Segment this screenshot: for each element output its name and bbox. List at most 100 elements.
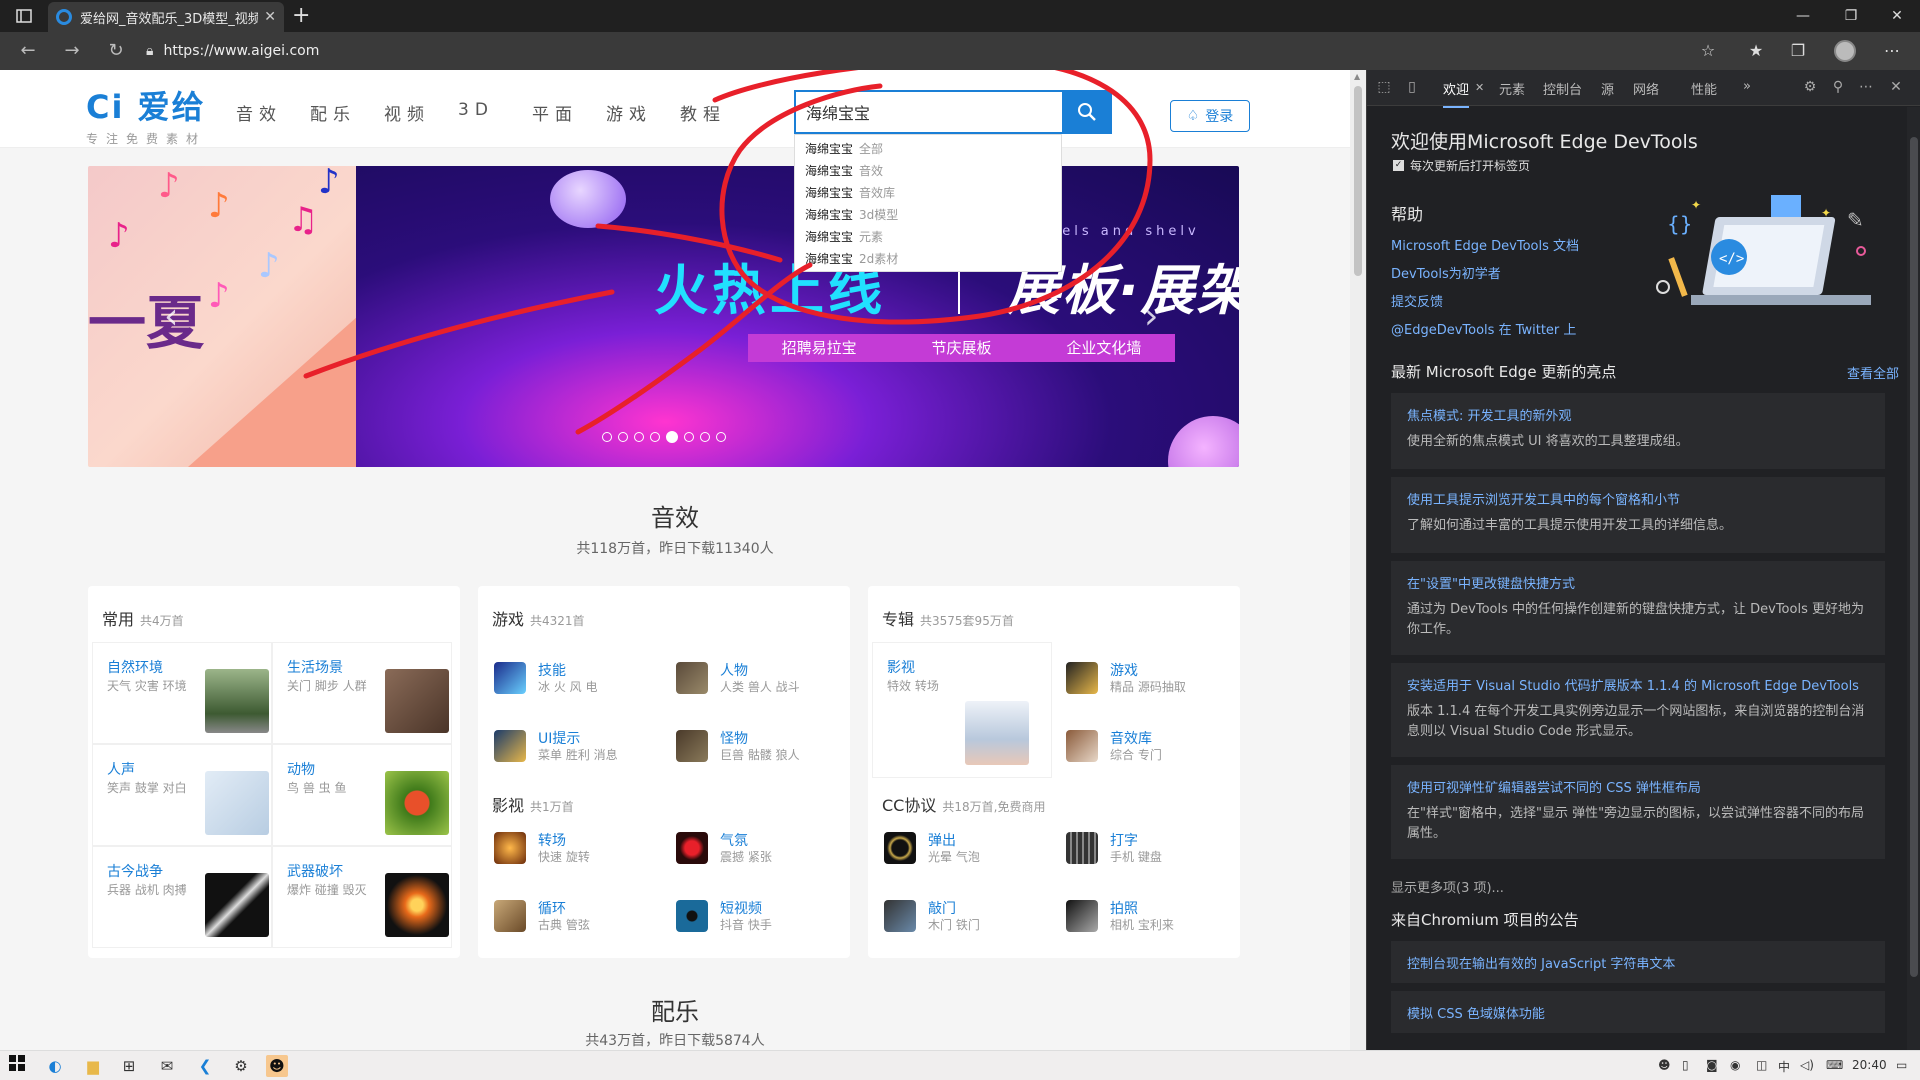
devtools-scrollbar[interactable] xyxy=(1907,107,1920,1050)
category-cell-life[interactable]: 生活场景 关门 脚步 人群 xyxy=(272,642,452,744)
tab-close-icon[interactable]: ✕ xyxy=(264,9,276,25)
news-card[interactable]: 使用可视弹性矿编辑器尝试不同的 CSS 弹性框布局 在"样式"窗格中，选择"显示 … xyxy=(1391,765,1885,859)
settings-icon[interactable]: ⚙ xyxy=(230,1055,252,1077)
inspect-element-icon[interactable]: ⬚ xyxy=(1375,79,1393,97)
tray-battery-icon[interactable]: ▯ xyxy=(1682,1058,1689,1072)
banner-dot[interactable] xyxy=(716,432,726,442)
nav-item-3d[interactable]: 3D xyxy=(458,100,532,125)
category-cell-character[interactable]: 人物 人类 兽人 战斗 xyxy=(664,644,846,710)
devtools-tab-console[interactable]: 控制台 xyxy=(1543,79,1582,98)
devtools-tab-sources[interactable]: 源 xyxy=(1601,79,1614,98)
suggestion-item[interactable]: 海绵宝宝 3d模型 xyxy=(795,204,1061,226)
vscode-icon[interactable]: ❮ xyxy=(194,1055,216,1077)
devtools-tab-network[interactable]: 网络 xyxy=(1633,79,1659,98)
category-cell-monster[interactable]: 怪物 巨兽 骷髅 狼人 xyxy=(664,712,846,778)
banner-dot[interactable] xyxy=(650,432,660,442)
devtools-tab-welcome[interactable]: 欢迎 xyxy=(1443,79,1470,108)
suggestion-item[interactable]: 海绵宝宝 元素 xyxy=(795,226,1061,248)
album-cell-library[interactable]: 音效库 综合 专门 xyxy=(1054,712,1236,778)
category-cell-pop[interactable]: 弹出 光晕 气泡 xyxy=(872,814,1054,880)
show-more-link[interactable]: 显示更多项(3 项)... xyxy=(1391,877,1504,896)
devtools-more-icon[interactable]: ⋯ xyxy=(1857,79,1875,97)
file-explorer-icon[interactable]: ▆ xyxy=(82,1055,104,1077)
banner-pill[interactable]: 节庆展板 xyxy=(890,334,1032,362)
tray-wechat-icon[interactable]: ◙ xyxy=(1706,1058,1718,1072)
nav-item-sfx[interactable]: 音效 xyxy=(236,100,310,125)
forward-icon[interactable]: → xyxy=(58,40,86,62)
tray-network-icon[interactable]: ◫ xyxy=(1756,1058,1767,1072)
edge-icon[interactable]: ◐ xyxy=(44,1055,66,1077)
back-icon[interactable]: ← xyxy=(14,40,42,62)
category-cell-transition[interactable]: 转场 快速 旋转 xyxy=(482,814,664,880)
close-welcome-tab-icon[interactable]: ✕ xyxy=(1475,81,1484,94)
notification-center-icon[interactable]: ▭ xyxy=(1896,1058,1907,1072)
banner-dot[interactable] xyxy=(666,431,678,443)
category-cell-nature[interactable]: 自然环境 天气 灾害 环境 xyxy=(92,642,272,744)
new-tab-button[interactable]: + xyxy=(292,4,310,28)
refresh-icon[interactable]: ↻ xyxy=(102,40,130,62)
nav-item-graphic[interactable]: 平面 xyxy=(532,100,606,125)
feedback-icon[interactable]: ⚲ xyxy=(1829,79,1847,97)
devtools-tab-elements[interactable]: 元素 xyxy=(1499,79,1525,98)
news-card[interactable]: 焦点模式: 开发工具的新外观 使用全新的焦点模式 UI 将喜欢的工具整理成组。 xyxy=(1391,393,1885,469)
banner-dot[interactable] xyxy=(618,432,628,442)
suggestion-item[interactable]: 海绵宝宝 全部 xyxy=(795,138,1061,160)
news-card[interactable]: 在"设置"中更改键盘快捷方式 通过为 DevTools 中的任何操作创建新的键盘快… xyxy=(1391,561,1885,655)
tray-ime-indicator[interactable]: 中 xyxy=(1778,1058,1790,1075)
category-cell-loop[interactable]: 循环 古典 管弦 xyxy=(482,882,664,948)
tray-volume-icon[interactable]: ◁) xyxy=(1800,1058,1814,1072)
category-cell-photo[interactable]: 拍照 相机 宝利来 xyxy=(1054,882,1236,948)
help-link-beginners[interactable]: DevTools为初学者 xyxy=(1391,263,1501,282)
profile-avatar[interactable] xyxy=(1834,40,1856,62)
album-cell-game[interactable]: 游戏 精品 源码抽取 xyxy=(1054,644,1236,710)
news-card[interactable]: 使用工具提示浏览开发工具中的每个窗格和小节 了解如何通过丰富的工具提示使用开发工具… xyxy=(1391,477,1885,553)
lock-icon[interactable]: 🔒︎ xyxy=(146,43,153,59)
category-cell-atmosphere[interactable]: 气氛 震撼 紧张 xyxy=(664,814,846,880)
album-cell-film[interactable]: 影视 特效 转场 xyxy=(872,642,1052,778)
store-icon[interactable]: ⊞ xyxy=(118,1055,140,1077)
browser-tab-active[interactable]: 爱给网_音效配乐_3D模型_视频素 ✕ xyxy=(48,2,284,32)
device-toolbar-icon[interactable]: ▯ xyxy=(1403,79,1421,97)
banner-dot[interactable] xyxy=(684,432,694,442)
address-bar[interactable]: 🔒︎ https://www.aigei.com xyxy=(146,37,1746,65)
more-tabs-icon[interactable]: » xyxy=(1743,79,1751,94)
tray-ime-mode-icon[interactable]: ⌨ xyxy=(1826,1058,1843,1072)
search-button[interactable] xyxy=(1062,90,1112,134)
nav-item-game[interactable]: 游戏 xyxy=(606,100,680,125)
category-cell-skill[interactable]: 技能冰 火 风 电 xyxy=(482,644,664,710)
nav-item-video[interactable]: 视频 xyxy=(384,100,458,125)
more-menu-icon[interactable]: ⋯ xyxy=(1880,40,1904,62)
category-cell-short-video[interactable]: 短视频 抖音 快手 xyxy=(664,882,846,948)
hero-banner[interactable]: ♪ ♪ ♫ ♪ ♪ ♪ ♪ 一夏 y panels and shelv 火热上线… xyxy=(88,166,1239,467)
nav-item-music[interactable]: 配乐 xyxy=(310,100,384,125)
qq-icon[interactable]: ☻ xyxy=(266,1055,288,1077)
tab-actions-icon[interactable] xyxy=(8,6,40,26)
chromium-card[interactable]: 控制台现在输出有效的 JavaScript 字符串文本 xyxy=(1391,941,1885,983)
taskbar-clock[interactable]: 20:40 xyxy=(1852,1058,1887,1072)
banner-dot[interactable] xyxy=(602,432,612,442)
add-favorite-icon[interactable]: ☆ xyxy=(1696,40,1720,62)
banner-dot[interactable] xyxy=(634,432,644,442)
scrollbar-thumb[interactable] xyxy=(1354,86,1362,276)
settings-gear-icon[interactable]: ⚙ xyxy=(1801,79,1819,97)
tray-qq-icon[interactable]: ☻ xyxy=(1658,1058,1671,1072)
devtools-tab-performance[interactable]: 性能 xyxy=(1691,79,1717,98)
mail-icon[interactable]: ✉ xyxy=(156,1055,178,1077)
nav-item-tutorial[interactable]: 教程 xyxy=(680,100,754,125)
help-link-docs[interactable]: Microsoft Edge DevTools 文档 xyxy=(1391,235,1579,254)
chromium-card[interactable]: 模拟 CSS 色域媒体功能 xyxy=(1391,991,1885,1033)
category-cell-typing[interactable]: 打字 手机 键盘 xyxy=(1054,814,1236,880)
view-all-link[interactable]: 查看全部 xyxy=(1847,363,1899,382)
category-cell-voice[interactable]: 人声 笑声 鼓掌 对白 xyxy=(92,744,272,846)
banner-pill[interactable]: 企业文化墙 xyxy=(1033,334,1175,362)
help-link-feedback[interactable]: 提交反馈 xyxy=(1391,291,1443,310)
search-input[interactable]: 海绵宝宝 xyxy=(794,90,1062,134)
site-logo[interactable]: Ci 爱给 专注免费素材 xyxy=(86,82,206,147)
category-cell-war[interactable]: 古今战争 兵器 战机 肉搏 xyxy=(92,846,272,948)
devtools-scrollbar-thumb[interactable] xyxy=(1910,137,1918,977)
help-link-twitter[interactable]: @EdgeDevTools 在 Twitter 上 xyxy=(1391,319,1576,338)
favorites-icon[interactable]: ★ xyxy=(1744,40,1768,62)
banner-dot[interactable] xyxy=(700,432,710,442)
news-card[interactable]: 安装适用于 Visual Studio 代码扩展版本 1.1.4 的 Micro… xyxy=(1391,663,1885,757)
category-cell-knock[interactable]: 敲门 木门 铁门 xyxy=(872,882,1054,948)
